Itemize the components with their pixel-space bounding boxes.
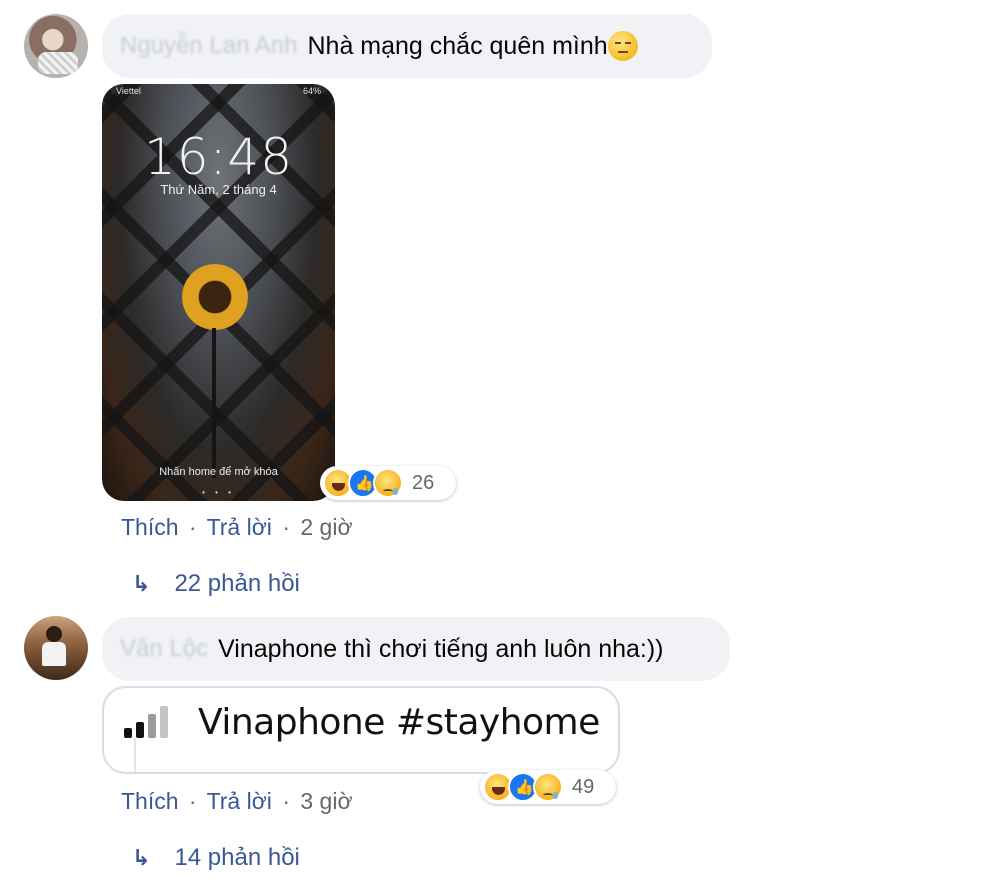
comment-text: Nhà mạng chắc quên mình <box>307 31 608 60</box>
reply-arrow-icon: ↳ <box>132 845 151 870</box>
view-replies-link[interactable]: ↳ 14 phản hồi <box>132 844 300 872</box>
comment-actions: Thích · Trả lời · 3 giờ <box>121 788 353 814</box>
like-link[interactable]: Thích <box>121 788 179 814</box>
lockscreen-date: Thứ Năm, 2 tháng 4 <box>160 182 277 197</box>
image-caption: Vinaphone #stayhome <box>198 702 600 743</box>
reply-link[interactable]: Trả lời <box>207 788 272 814</box>
page-dots: • • • <box>202 488 235 497</box>
reply-link[interactable]: Trả lời <box>207 514 272 540</box>
reaction-count: 49 <box>572 775 595 798</box>
comment-bubble: Nguyễn Lan Anh Nhà mạng chắc quên mình <box>102 14 712 78</box>
comment-time[interactable]: 2 giờ <box>300 514 352 540</box>
comment-text: Vinaphone thì chơi tiếng anh luôn nha:)) <box>218 634 664 663</box>
unlock-hint: Nhấn home để mở khóa <box>159 466 278 478</box>
signal-bars-icon <box>124 704 168 738</box>
attached-image[interactable]: Vinaphone #stayhome <box>102 686 620 774</box>
author-name-blurred[interactable]: Nguyễn Lan Anh <box>120 32 297 60</box>
reaction-summary[interactable]: 26 <box>320 466 456 500</box>
like-link[interactable]: Thích <box>121 514 179 540</box>
attached-photo[interactable]: Viettel 64% 16:48 Thứ Năm, 2 tháng 4 Nhấ… <box>102 84 335 501</box>
avatar[interactable] <box>24 14 88 78</box>
view-replies-link[interactable]: ↳ 22 phản hồi <box>132 570 300 598</box>
sad-icon <box>373 468 403 498</box>
comment-actions: Thích · Trả lời · 2 giờ <box>121 514 353 540</box>
comment-time[interactable]: 3 giờ <box>300 788 352 814</box>
sad-icon <box>533 772 563 802</box>
lockscreen-time: 16:48 <box>143 128 294 186</box>
reply-arrow-icon: ↳ <box>132 571 151 596</box>
reaction-summary[interactable]: 49 <box>480 770 616 804</box>
unamused-face-icon <box>607 31 638 61</box>
replies-count: 22 phản hồi <box>174 570 300 597</box>
avatar[interactable] <box>24 616 88 680</box>
phone-status-bar: Viettel 64% <box>102 84 335 98</box>
replies-count: 14 phản hồi <box>174 844 300 871</box>
carrier-label: Viettel <box>116 86 141 96</box>
author-name-blurred[interactable]: Văn Lộc <box>120 635 208 663</box>
reaction-count: 26 <box>412 471 435 494</box>
comment-bubble: Văn Lộc Vinaphone thì chơi tiếng anh luô… <box>102 617 730 681</box>
sunflower-image <box>182 264 248 330</box>
battery-label: 64% <box>302 86 321 96</box>
